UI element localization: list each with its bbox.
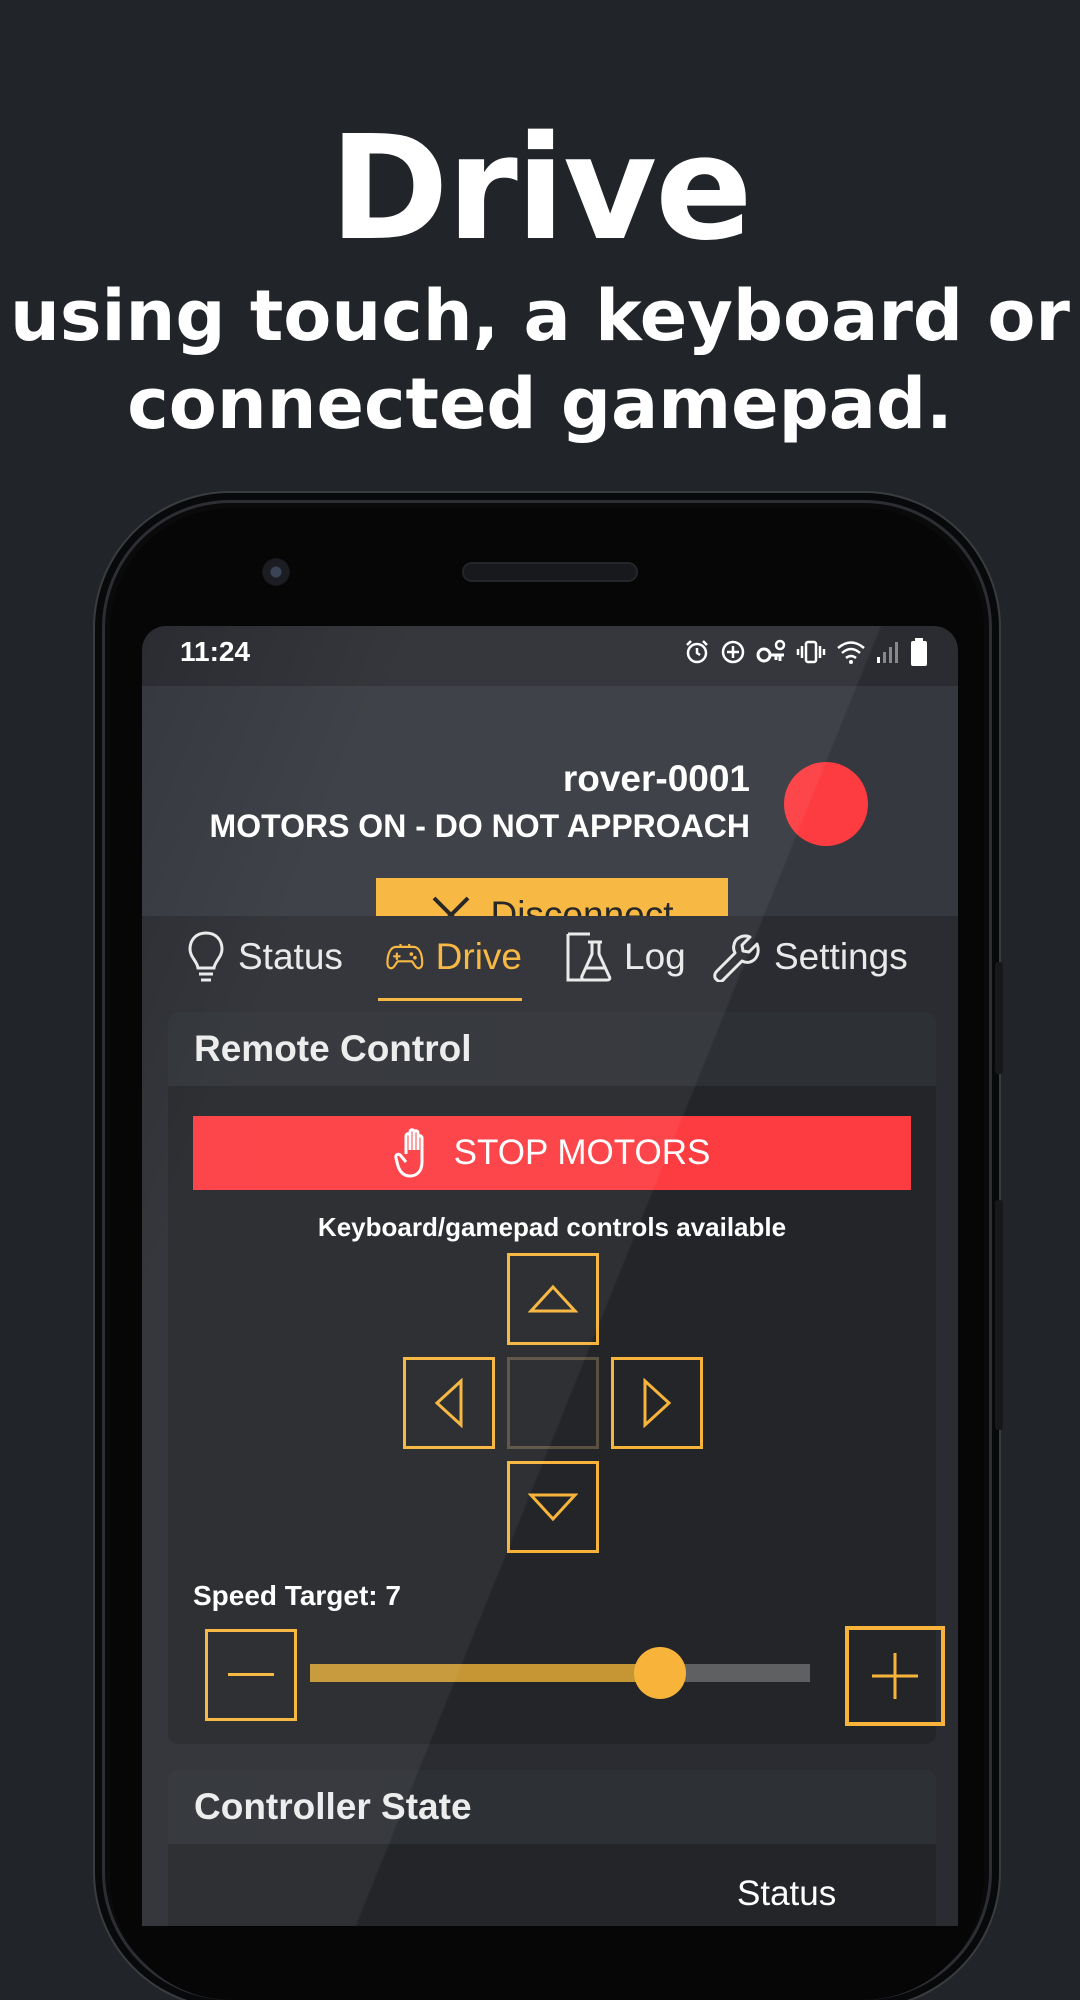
stop-motors-button[interactable]: STOP MOTORS <box>193 1116 911 1190</box>
triangle-right-icon <box>643 1378 672 1428</box>
controller-status-label: Status <box>737 1874 837 1913</box>
status-bar: 11:24 <box>142 626 958 686</box>
promo-subtitle-line-2: connected gamepad. <box>127 363 953 445</box>
triangle-up-icon <box>528 1284 578 1313</box>
tab-settings-label: Settings <box>774 936 908 977</box>
remote-control-title: Remote Control <box>194 1028 472 1069</box>
lightbulb-icon <box>188 931 224 982</box>
dpad-right-button[interactable] <box>611 1357 703 1449</box>
vibrate-icon <box>796 640 826 664</box>
speed-increase-button[interactable] <box>845 1626 945 1726</box>
triangle-down-icon <box>528 1493 578 1522</box>
tab-log[interactable]: Log <box>564 916 686 998</box>
battery-icon <box>911 638 927 666</box>
wrench-icon <box>713 934 760 982</box>
alarm-icon <box>686 640 708 664</box>
front-camera <box>262 558 290 586</box>
dpad-down-button[interactable] <box>507 1461 599 1553</box>
tab-bar: Status Drive Log Settings <box>142 916 958 1001</box>
motor-warning: MOTORS ON - DO NOT APPROACH <box>209 808 750 844</box>
tab-status[interactable]: Status <box>186 916 343 998</box>
vpn-key-icon <box>756 639 786 663</box>
plus-icon <box>872 1653 918 1699</box>
triangle-left-icon <box>434 1378 463 1428</box>
controller-state-header: Controller State <box>168 1770 936 1844</box>
phone-volume-button <box>995 1200 1003 1430</box>
remote-control-header: Remote Control <box>168 1012 936 1086</box>
promo-subtitle: using touch, a keyboard or connected gam… <box>0 272 1080 448</box>
speed-decrease-button[interactable] <box>205 1629 297 1721</box>
minus-icon <box>228 1673 274 1676</box>
promo-subtitle-line-1: using touch, a keyboard or <box>10 275 1070 357</box>
tab-drive-label: Drive <box>435 936 522 977</box>
speed-slider-thumb[interactable] <box>634 1647 686 1699</box>
controller-state-title: Controller State <box>194 1786 472 1827</box>
gamepad-icon <box>386 943 424 970</box>
app-screen: rover-0001 MOTORS ON - DO NOT APPROACH D… <box>142 626 958 1926</box>
dpad-left-button[interactable] <box>403 1357 495 1449</box>
wifi-icon <box>837 641 865 664</box>
status-time: 11:24 <box>180 636 251 667</box>
tab-drive[interactable]: Drive <box>378 916 522 1001</box>
device-name: rover-0001 <box>562 758 750 799</box>
keyboard-hint: Keyboard/gamepad controls available <box>317 1212 787 1242</box>
tab-status-label: Status <box>238 936 343 977</box>
phone-side-button <box>995 962 1003 1074</box>
remote-control-card: Remote Control STOP MOTORS Keyboard/game… <box>168 1012 945 1744</box>
hand-stop-icon <box>393 1128 424 1178</box>
tab-settings[interactable]: Settings <box>712 916 908 998</box>
app-header: rover-0001 MOTORS ON - DO NOT APPROACH D… <box>142 686 958 952</box>
dpad-center <box>507 1357 599 1449</box>
signal-icon <box>877 642 898 663</box>
earpiece-speaker <box>462 562 638 582</box>
tab-log-label: Log <box>624 936 686 977</box>
speed-slider-fill <box>310 1664 660 1682</box>
status-indicator <box>784 762 868 846</box>
promo-title: Drive <box>329 104 752 272</box>
speed-slider[interactable] <box>310 1647 810 1699</box>
stop-motors-label: STOP MOTORS <box>453 1133 711 1172</box>
dpad-up-button[interactable] <box>507 1253 599 1345</box>
flask-icon <box>566 932 612 982</box>
data-saver-icon <box>721 640 745 664</box>
speed-target-label: Speed Target: 7 <box>193 1580 401 1611</box>
controller-state-card: Controller State Status <box>168 1770 936 1926</box>
